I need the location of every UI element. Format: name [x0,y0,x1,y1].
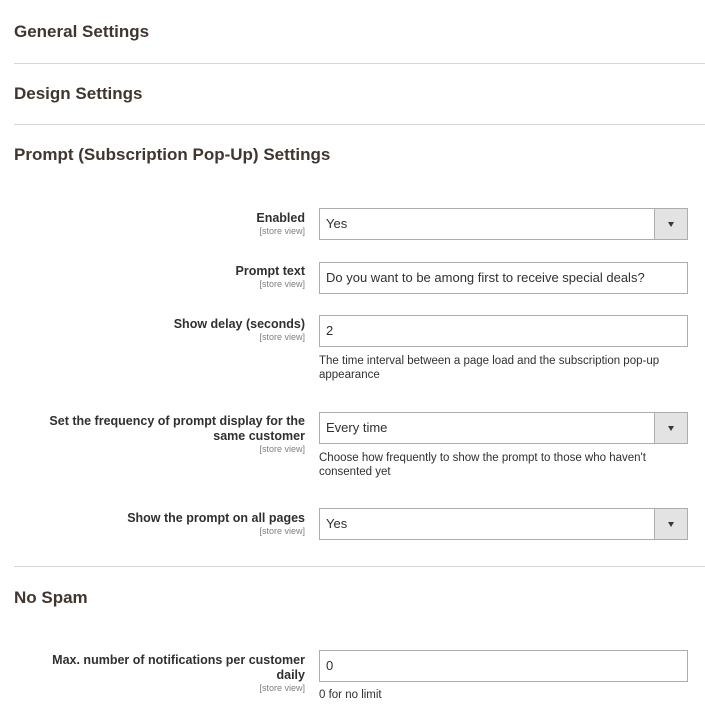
general-settings-section[interactable]: General Settings [14,22,149,42]
divider [14,566,705,567]
max-notifications-label-line2: daily [276,668,306,682]
scope-label: [store view] [259,332,305,342]
scope-label: [store view] [259,226,305,236]
max-notifications-note: 0 for no limit [319,689,382,701]
max-notifications-label: Max. number of notifications per custome… [5,653,305,693]
all-pages-select-value: Yes [326,516,348,531]
scope-label: [store view] [259,526,305,536]
all-pages-label: Show the prompt on all pages [store view… [127,511,305,536]
scope-label: [store view] [259,279,305,289]
scope-label: [store view] [259,444,305,454]
enabled-select[interactable]: Yes [319,208,688,240]
frequency-label-line2: same customer [213,429,305,443]
frequency-label-line1: Set the frequency of prompt display for … [49,414,305,428]
prompt-settings-section[interactable]: Prompt (Subscription Pop-Up) Settings [14,145,330,165]
frequency-label: Set the frequency of prompt display for … [5,414,305,454]
show-delay-note: The time interval between a page load an… [319,355,660,381]
design-settings-section[interactable]: Design Settings [14,84,142,104]
enabled-select-value: Yes [326,216,348,231]
no-spam-section[interactable]: No Spam [14,588,88,608]
max-notifications-input[interactable]: 0 [319,650,688,682]
prompt-text-label: Prompt text [store view] [236,264,305,289]
frequency-select-value: Every time [326,420,388,435]
max-notifications-label-line1: Max. number of notifications per custome… [52,653,305,667]
show-delay-label: Show delay (seconds) [store view] [174,317,305,342]
enabled-label-text: Enabled [256,211,305,225]
scope-label: [store view] [259,683,305,693]
prompt-text-label-text: Prompt text [235,264,305,278]
all-pages-label-text: Show the prompt on all pages [127,511,305,525]
all-pages-select[interactable]: Yes [319,508,688,540]
frequency-select[interactable]: Every time [319,412,688,444]
dropdown-arrow-icon[interactable] [654,509,687,539]
dropdown-arrow-icon[interactable] [654,413,687,443]
enabled-label: Enabled [store view] [256,211,305,236]
dropdown-arrow-icon[interactable] [654,209,687,239]
frequency-note: Choose how frequently to show the prompt… [319,452,646,478]
prompt-text-input[interactable]: Do you want to be among first to receive… [319,262,688,294]
divider [14,63,705,64]
show-delay-input[interactable]: 2 [319,315,688,347]
divider [14,124,705,125]
show-delay-label-text: Show delay (seconds) [173,317,305,331]
